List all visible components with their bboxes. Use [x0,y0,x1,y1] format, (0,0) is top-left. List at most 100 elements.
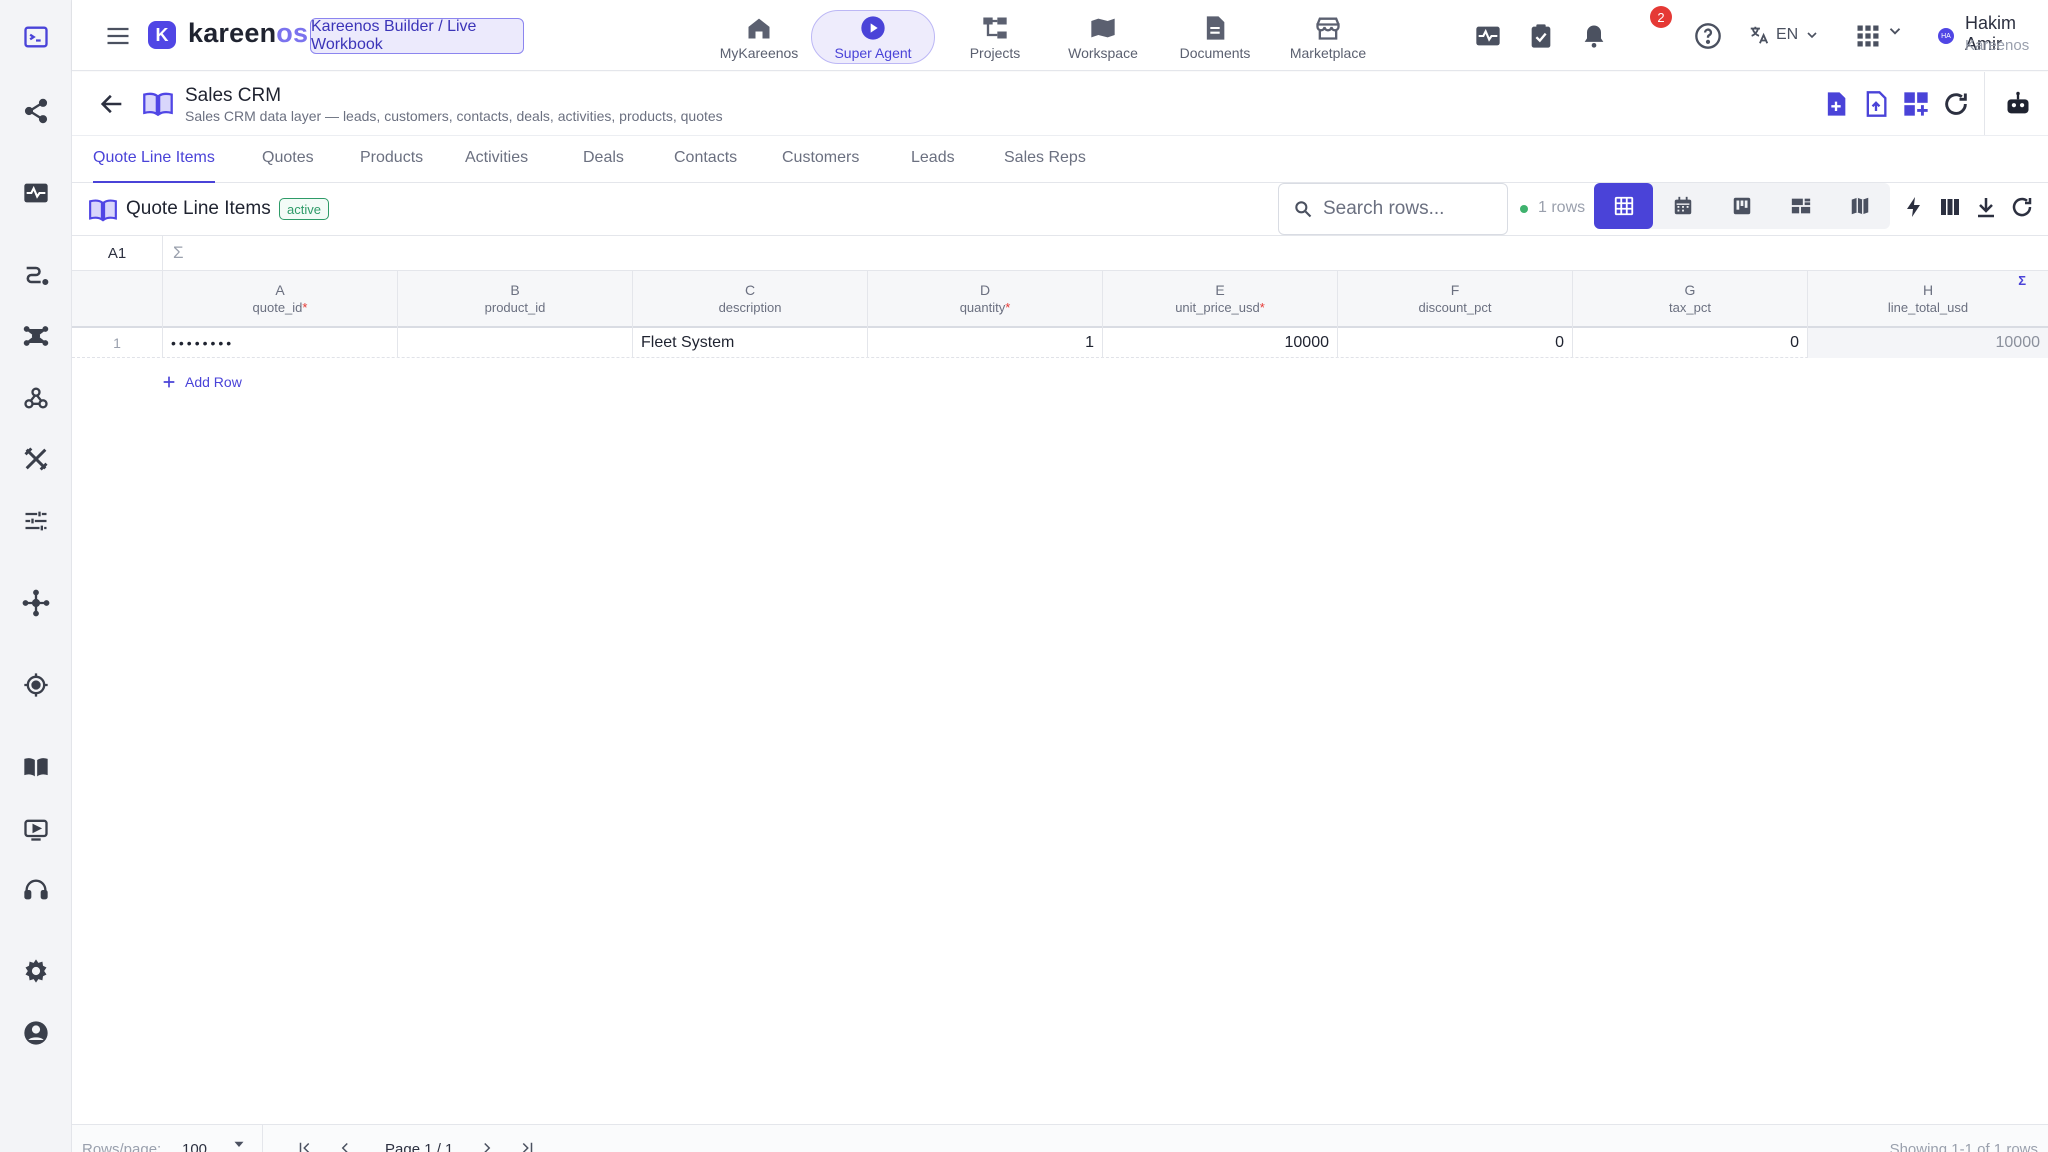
logo-suffix: os [276,18,309,48]
book-icon[interactable] [18,749,54,785]
settings-gear-icon[interactable] [18,953,54,989]
cell-line-total[interactable]: 10000 [1808,328,2048,358]
tab-products[interactable]: Products [360,149,423,183]
workbook-breadcrumb[interactable]: Kareenos Builder / Live Workbook [310,18,524,54]
row-number[interactable]: 1 [72,328,163,358]
column-header[interactable]: C description [633,271,868,328]
cell-tax-pct[interactable]: 0 [1573,328,1808,358]
add-widget-icon[interactable] [1902,90,1930,118]
sliders-icon[interactable] [18,503,54,539]
cell-product-id[interactable] [398,328,633,358]
column-header[interactable]: D quantity* [868,271,1103,328]
add-row-button[interactable]: Add Row [161,374,242,390]
nav-mykareenos[interactable]: MyKareenos [702,10,816,64]
rows-per-page-caret-icon[interactable] [230,1135,248,1152]
tab-sales-reps[interactable]: Sales Reps [1004,149,1086,183]
nav-super-agent[interactable]: Super Agent [811,10,935,64]
table-book-icon [88,197,118,223]
tab-leads[interactable]: Leads [911,149,955,183]
plus-icon [163,376,175,388]
apps-chevron-down-icon[interactable] [1886,22,1904,50]
tab-quote-line-items[interactable]: Quote Line Items [93,149,215,183]
kanban-view-button[interactable] [1712,183,1771,229]
download-icon[interactable] [1974,195,1998,219]
tasks-clipboard-icon[interactable] [1527,22,1555,50]
nav-label: Marketplace [1289,44,1367,61]
new-document-icon[interactable] [1822,90,1850,118]
tools-icon[interactable] [18,441,54,477]
row-number-header [72,271,163,328]
tab-contacts[interactable]: Contacts [674,149,737,183]
back-arrow-icon[interactable] [98,90,126,118]
nav-workspace[interactable]: Workspace [1048,10,1158,64]
network-hub-icon[interactable] [18,318,54,354]
cell-quantity[interactable]: 1 [868,328,1103,358]
upload-document-icon[interactable] [1862,90,1890,118]
rows-per-page-select[interactable]: 100 [182,1141,207,1152]
robot-assistant-icon[interactable] [2004,90,2032,118]
cell-description[interactable]: Fleet System [633,328,868,358]
activity-monitor-icon[interactable] [1474,22,1502,50]
nav-documents[interactable]: Documents [1160,10,1270,64]
column-letter: E [1215,282,1225,298]
cell-unit-price[interactable]: 10000 [1103,328,1338,358]
help-icon[interactable] [1694,22,1722,50]
first-page-icon[interactable] [296,1139,314,1152]
tab-quotes[interactable]: Quotes [262,149,314,183]
map-icon [1851,197,1868,215]
column-header[interactable]: G tax_pct [1573,271,1808,328]
account-icon[interactable] [18,1015,54,1051]
menu-icon[interactable] [104,22,132,50]
column-header[interactable]: A quote_id* [163,271,398,328]
python-icon[interactable] [18,257,54,293]
video-icon[interactable] [18,811,54,847]
column-name: quantity [959,300,1006,315]
translate-icon [1750,26,1769,44]
previous-page-icon[interactable] [336,1139,354,1152]
columns-icon[interactable] [1938,195,1962,219]
nav-label: Workspace [1068,44,1138,61]
tab-deals[interactable]: Deals [583,149,624,183]
map-view-button[interactable] [1830,183,1889,229]
gallery-view-button[interactable] [1771,183,1830,229]
table-toolbar: Quote Line Items active 1 rows [72,183,2048,235]
automation-bolt-icon[interactable] [1902,195,1926,219]
search-rows[interactable] [1278,183,1508,235]
column-header[interactable]: Σ H line_total_usd [1808,271,2048,328]
search-input[interactable] [1323,198,1503,220]
column-header[interactable]: B product_id [398,271,633,328]
webhook-icon[interactable] [18,380,54,416]
tab-activities[interactable]: Activities [465,149,528,183]
notifications-bell-icon[interactable] [1580,22,1608,50]
share-icon[interactable] [18,93,54,129]
column-header[interactable]: F discount_pct [1338,271,1573,328]
grid-view-button[interactable] [1594,183,1653,229]
cell-reference[interactable]: A1 [72,236,163,270]
nav-projects[interactable]: Projects [943,10,1047,64]
column-header[interactable]: E unit_price_usd* [1103,271,1338,328]
formula-sigma-icon[interactable]: Σ [173,243,184,263]
language-selector[interactable]: EN [1748,24,1820,46]
refresh-icon[interactable] [1942,90,1970,118]
column-name: discount_pct [1418,300,1492,315]
apps-grid-icon[interactable] [1854,22,1882,50]
notification-count-badge: 2 [1650,6,1672,28]
monitor-pulse-icon[interactable] [18,175,54,211]
nav-marketplace[interactable]: Marketplace [1270,10,1386,64]
calendar-view-button[interactable] [1653,183,1712,229]
cell-quote-id[interactable]: •••••••• [163,328,398,358]
rows-per-page-label: Rows/page: [82,1141,162,1152]
row-status-dot [1520,205,1528,213]
reload-icon[interactable] [2010,195,2034,219]
console-icon[interactable] [18,19,54,55]
support-icon[interactable] [18,872,54,908]
header-divider [1984,72,1985,135]
avatar[interactable]: HA [1938,28,1954,44]
integrations-icon[interactable] [18,585,54,621]
last-page-icon[interactable] [518,1139,536,1152]
tab-customers[interactable]: Customers [782,149,859,183]
cell-discount-pct[interactable]: 0 [1338,328,1573,358]
page-subtitle: Sales CRM data layer — leads, customers,… [185,108,723,124]
target-icon[interactable] [18,667,54,703]
next-page-icon[interactable] [478,1139,496,1152]
